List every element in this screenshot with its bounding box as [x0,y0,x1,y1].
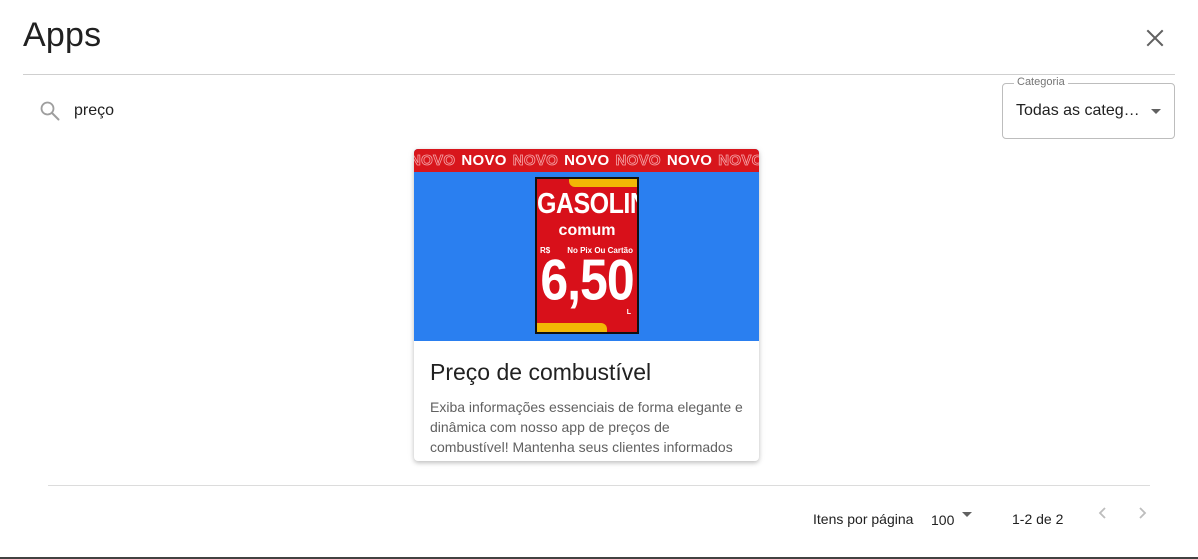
fuel-price-sign: GASOLINA comum R$ No Pix Ou Cartão 6,50 … [535,177,639,334]
sign-title: GASOLINA [537,187,637,221]
new-ribbon: NOVO NOVO NOVO NOVO NOVO NOVO NOVO [414,149,759,172]
chevron-left-icon [1098,507,1106,519]
chevron-down-icon [1151,109,1161,114]
category-select[interactable]: Categoria Todas as categ… [1002,76,1175,139]
sign-accent-bottom [537,323,607,332]
ribbon-word: NOVO [666,152,713,169]
apps-dialog: Apps Categoria Todas as categ… NOVONOVON… [0,0,1198,559]
pagination-range: 1-2 de 2 [1012,511,1064,527]
items-per-page-label: Itens por página [813,511,914,527]
sign-unit: L [626,309,631,316]
items-per-page-value: 100 [931,512,955,528]
ribbon-word: NOVO [615,152,661,170]
app-title: Preço de combustível [430,359,652,385]
footer-divider [48,485,1150,486]
close-icon [1146,29,1164,47]
dialog-title: Apps [23,16,102,54]
ribbon-word: NOVO [564,152,610,169]
ribbon-word: NOVO [512,152,559,170]
ribbon-word: NOVO [461,152,507,169]
search-input[interactable] [74,98,474,124]
search-icon [40,101,60,121]
sign-accent-top [569,179,637,187]
items-per-page-select[interactable]: 100 [928,505,978,533]
close-button[interactable] [1138,21,1172,55]
header-divider [23,74,1175,75]
previous-page-button[interactable] [1090,500,1116,526]
ribbon-word: NOVO [718,152,759,170]
app-thumbnail: NOVO NOVO NOVO NOVO NOVO NOVO NOVO GASOLINA co… [414,149,759,341]
ribbon-text: NOVO NOVO NOVO NOVO NOVO NOVO NOVO [414,152,759,170]
app-description: Exiba informações essenciais de forma el… [430,399,743,455]
sign-subtitle: comum [558,222,616,239]
chevron-right-icon [1139,507,1147,519]
sign-price: 6,50 [540,247,634,313]
category-label: Categoria [1014,76,1068,88]
category-value: Todas as categ… [1016,102,1140,119]
app-card[interactable]: NOVO NOVO NOVO NOVO NOVO NOVO NOVO GASOLINA co… [414,149,759,461]
ribbon-word: NOVO [414,152,456,170]
chevron-down-icon [962,512,972,517]
next-page-button[interactable] [1129,500,1155,526]
